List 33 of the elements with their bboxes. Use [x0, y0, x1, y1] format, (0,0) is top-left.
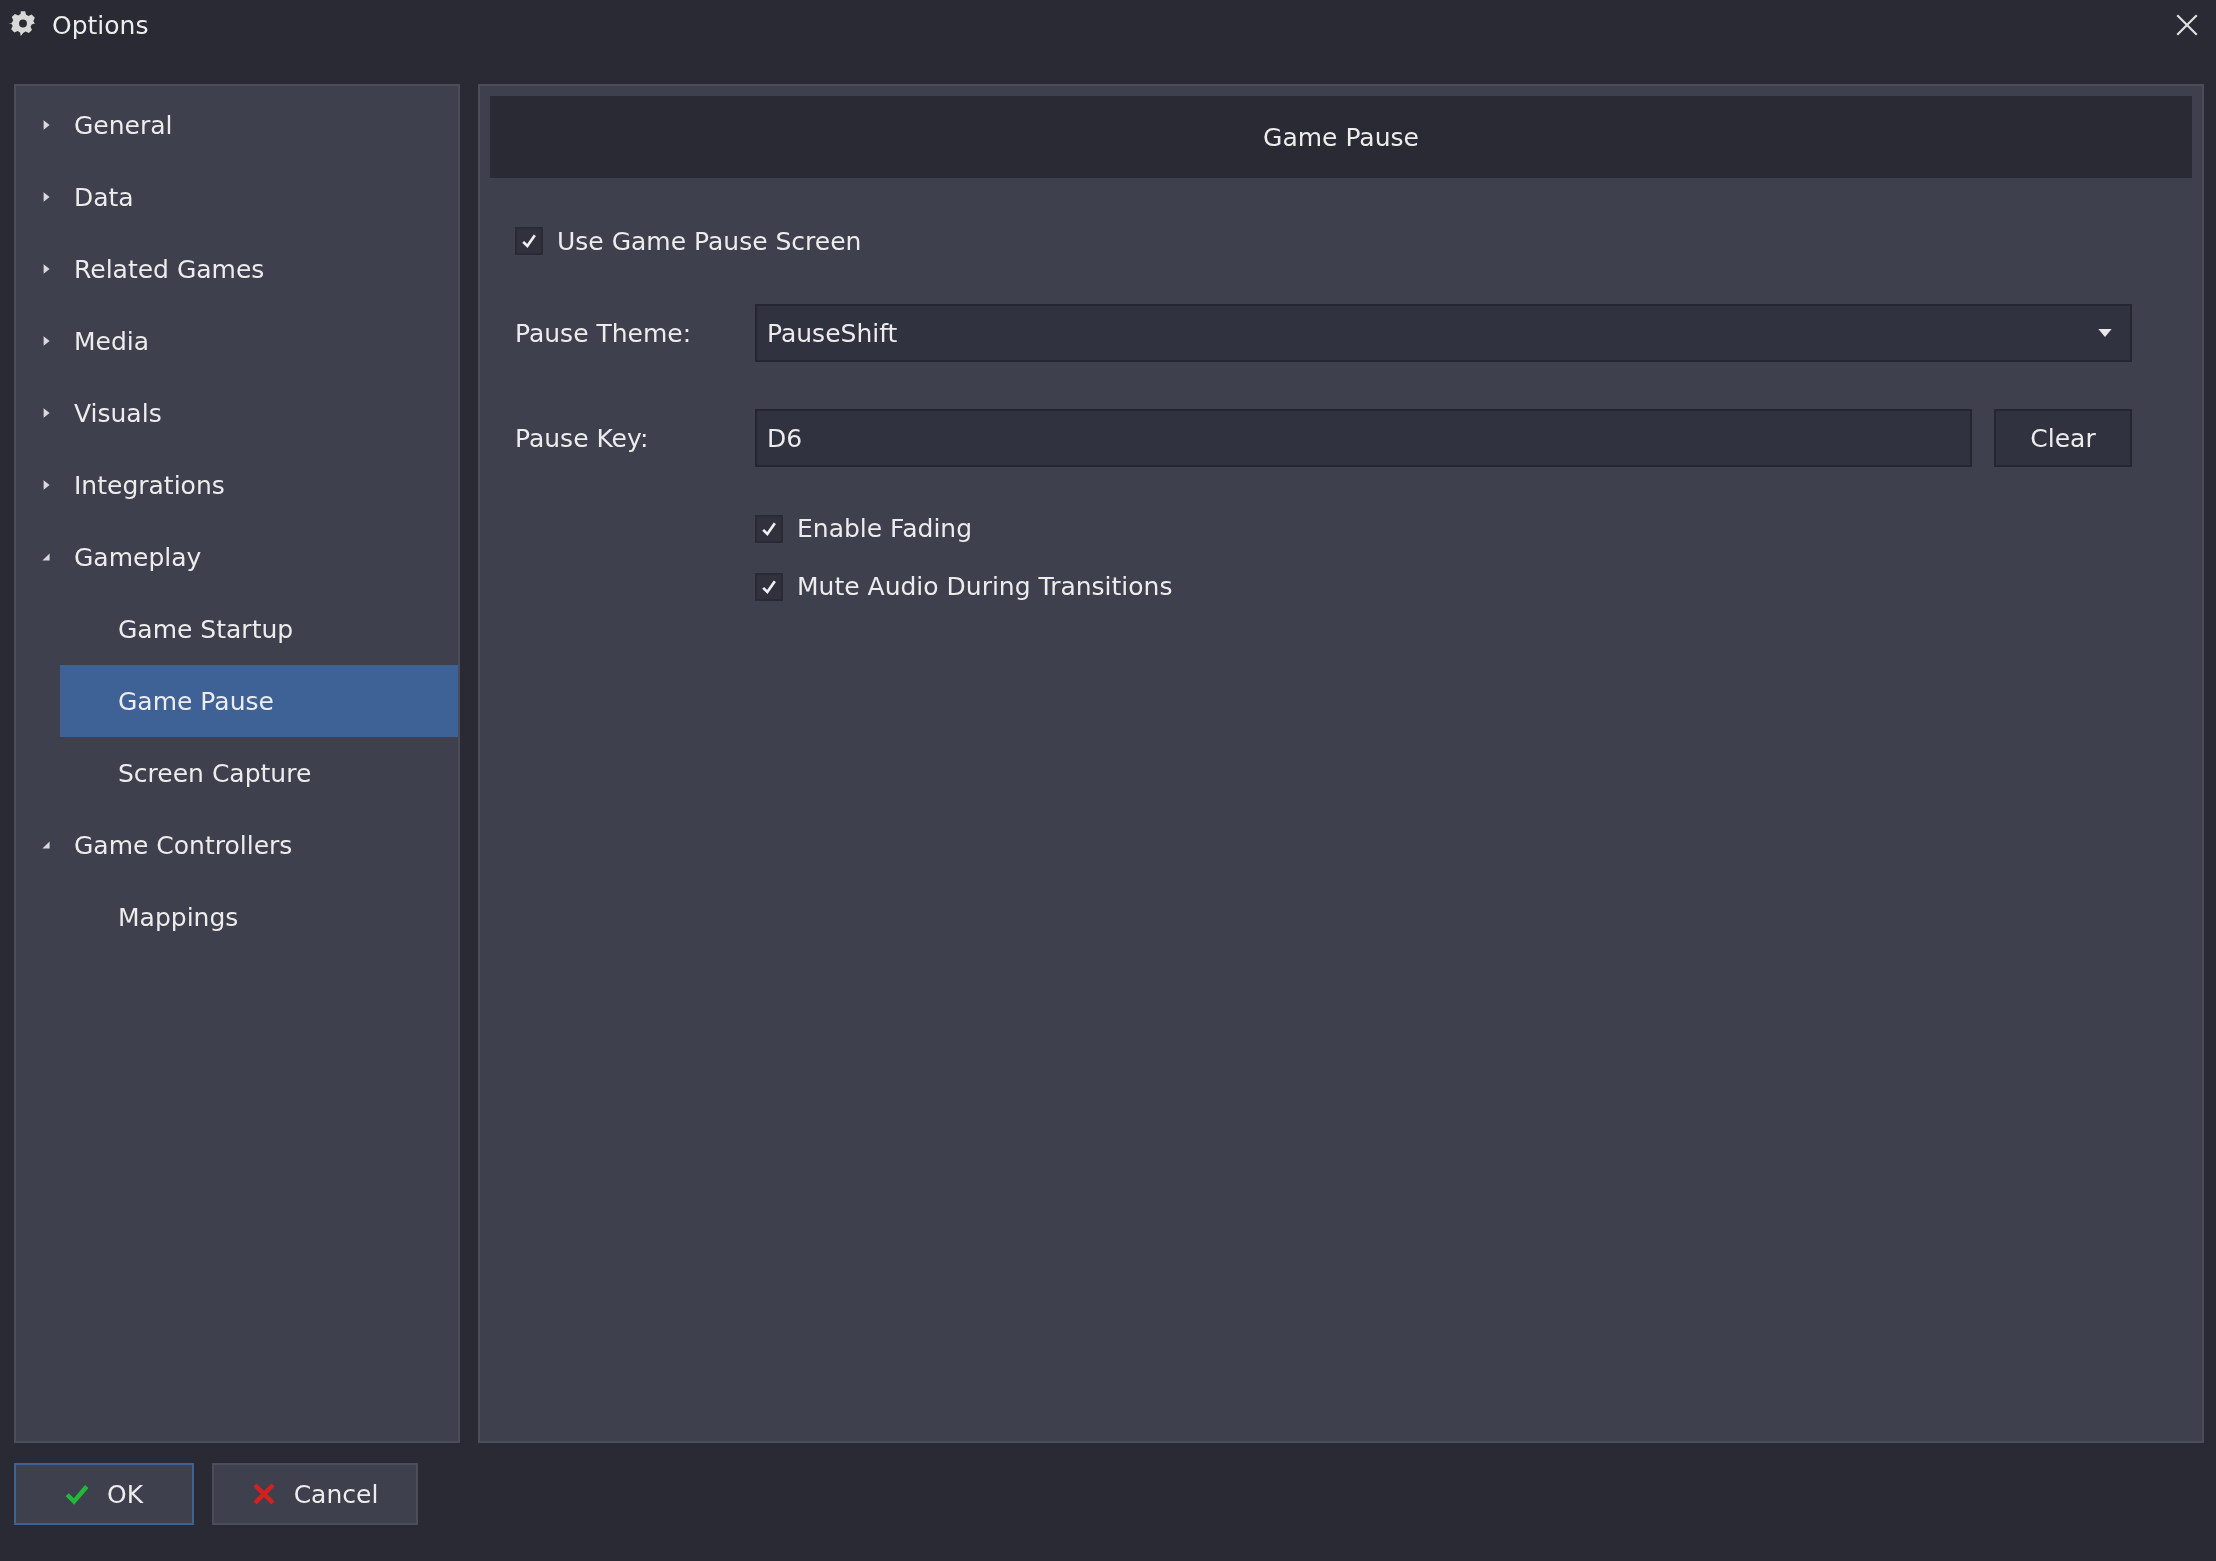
checkbox[interactable]: Mute Audio During Transitions [755, 572, 1173, 601]
tree-item[interactable]: Related Games [16, 233, 458, 305]
field-label: Pause Key: [515, 423, 650, 453]
key-input-field[interactable]: D6 [755, 409, 1972, 467]
window-title: Options [52, 10, 150, 40]
tree-item[interactable]: General [16, 89, 458, 161]
panel-title: Game Pause [1263, 122, 1419, 152]
tree-item[interactable]: Screen Capture [60, 737, 458, 809]
clear-button[interactable]: Clear [1994, 409, 2132, 467]
tree-item[interactable]: Data [16, 161, 458, 233]
checkbox-box[interactable] [755, 572, 783, 601]
expander-icon[interactable] [40, 551, 52, 563]
tree-item[interactable]: Gameplay [16, 521, 458, 593]
cross-icon [251, 1482, 276, 1506]
caret-icon [2098, 329, 2112, 337]
expander-icon[interactable] [40, 839, 52, 851]
tree-item[interactable]: Media [16, 305, 458, 377]
checkbox[interactable]: Use Game Pause Screen [515, 227, 862, 255]
tree-item[interactable]: Game Pause [60, 665, 458, 737]
tree-item[interactable]: Visuals [16, 377, 458, 449]
tree-item[interactable]: Game Startup [60, 593, 458, 665]
field-label: Pause Theme: [515, 318, 693, 348]
tree-item[interactable]: Integrations [16, 449, 458, 521]
checkbox[interactable]: Enable Fading [755, 514, 973, 543]
checkbox-box[interactable] [515, 227, 543, 255]
checkmark-icon [64, 1482, 89, 1506]
cancel-button[interactable]: Cancel [212, 1463, 418, 1525]
checkbox-box[interactable] [755, 514, 783, 543]
theme-dropdown[interactable]: PauseShift [755, 304, 2132, 362]
tree-item[interactable]: Game Controllers [16, 809, 458, 881]
ok-button[interactable]: OK [14, 1463, 194, 1525]
tree-item[interactable]: Mappings [60, 881, 458, 953]
close-icon[interactable] [2174, 12, 2200, 38]
